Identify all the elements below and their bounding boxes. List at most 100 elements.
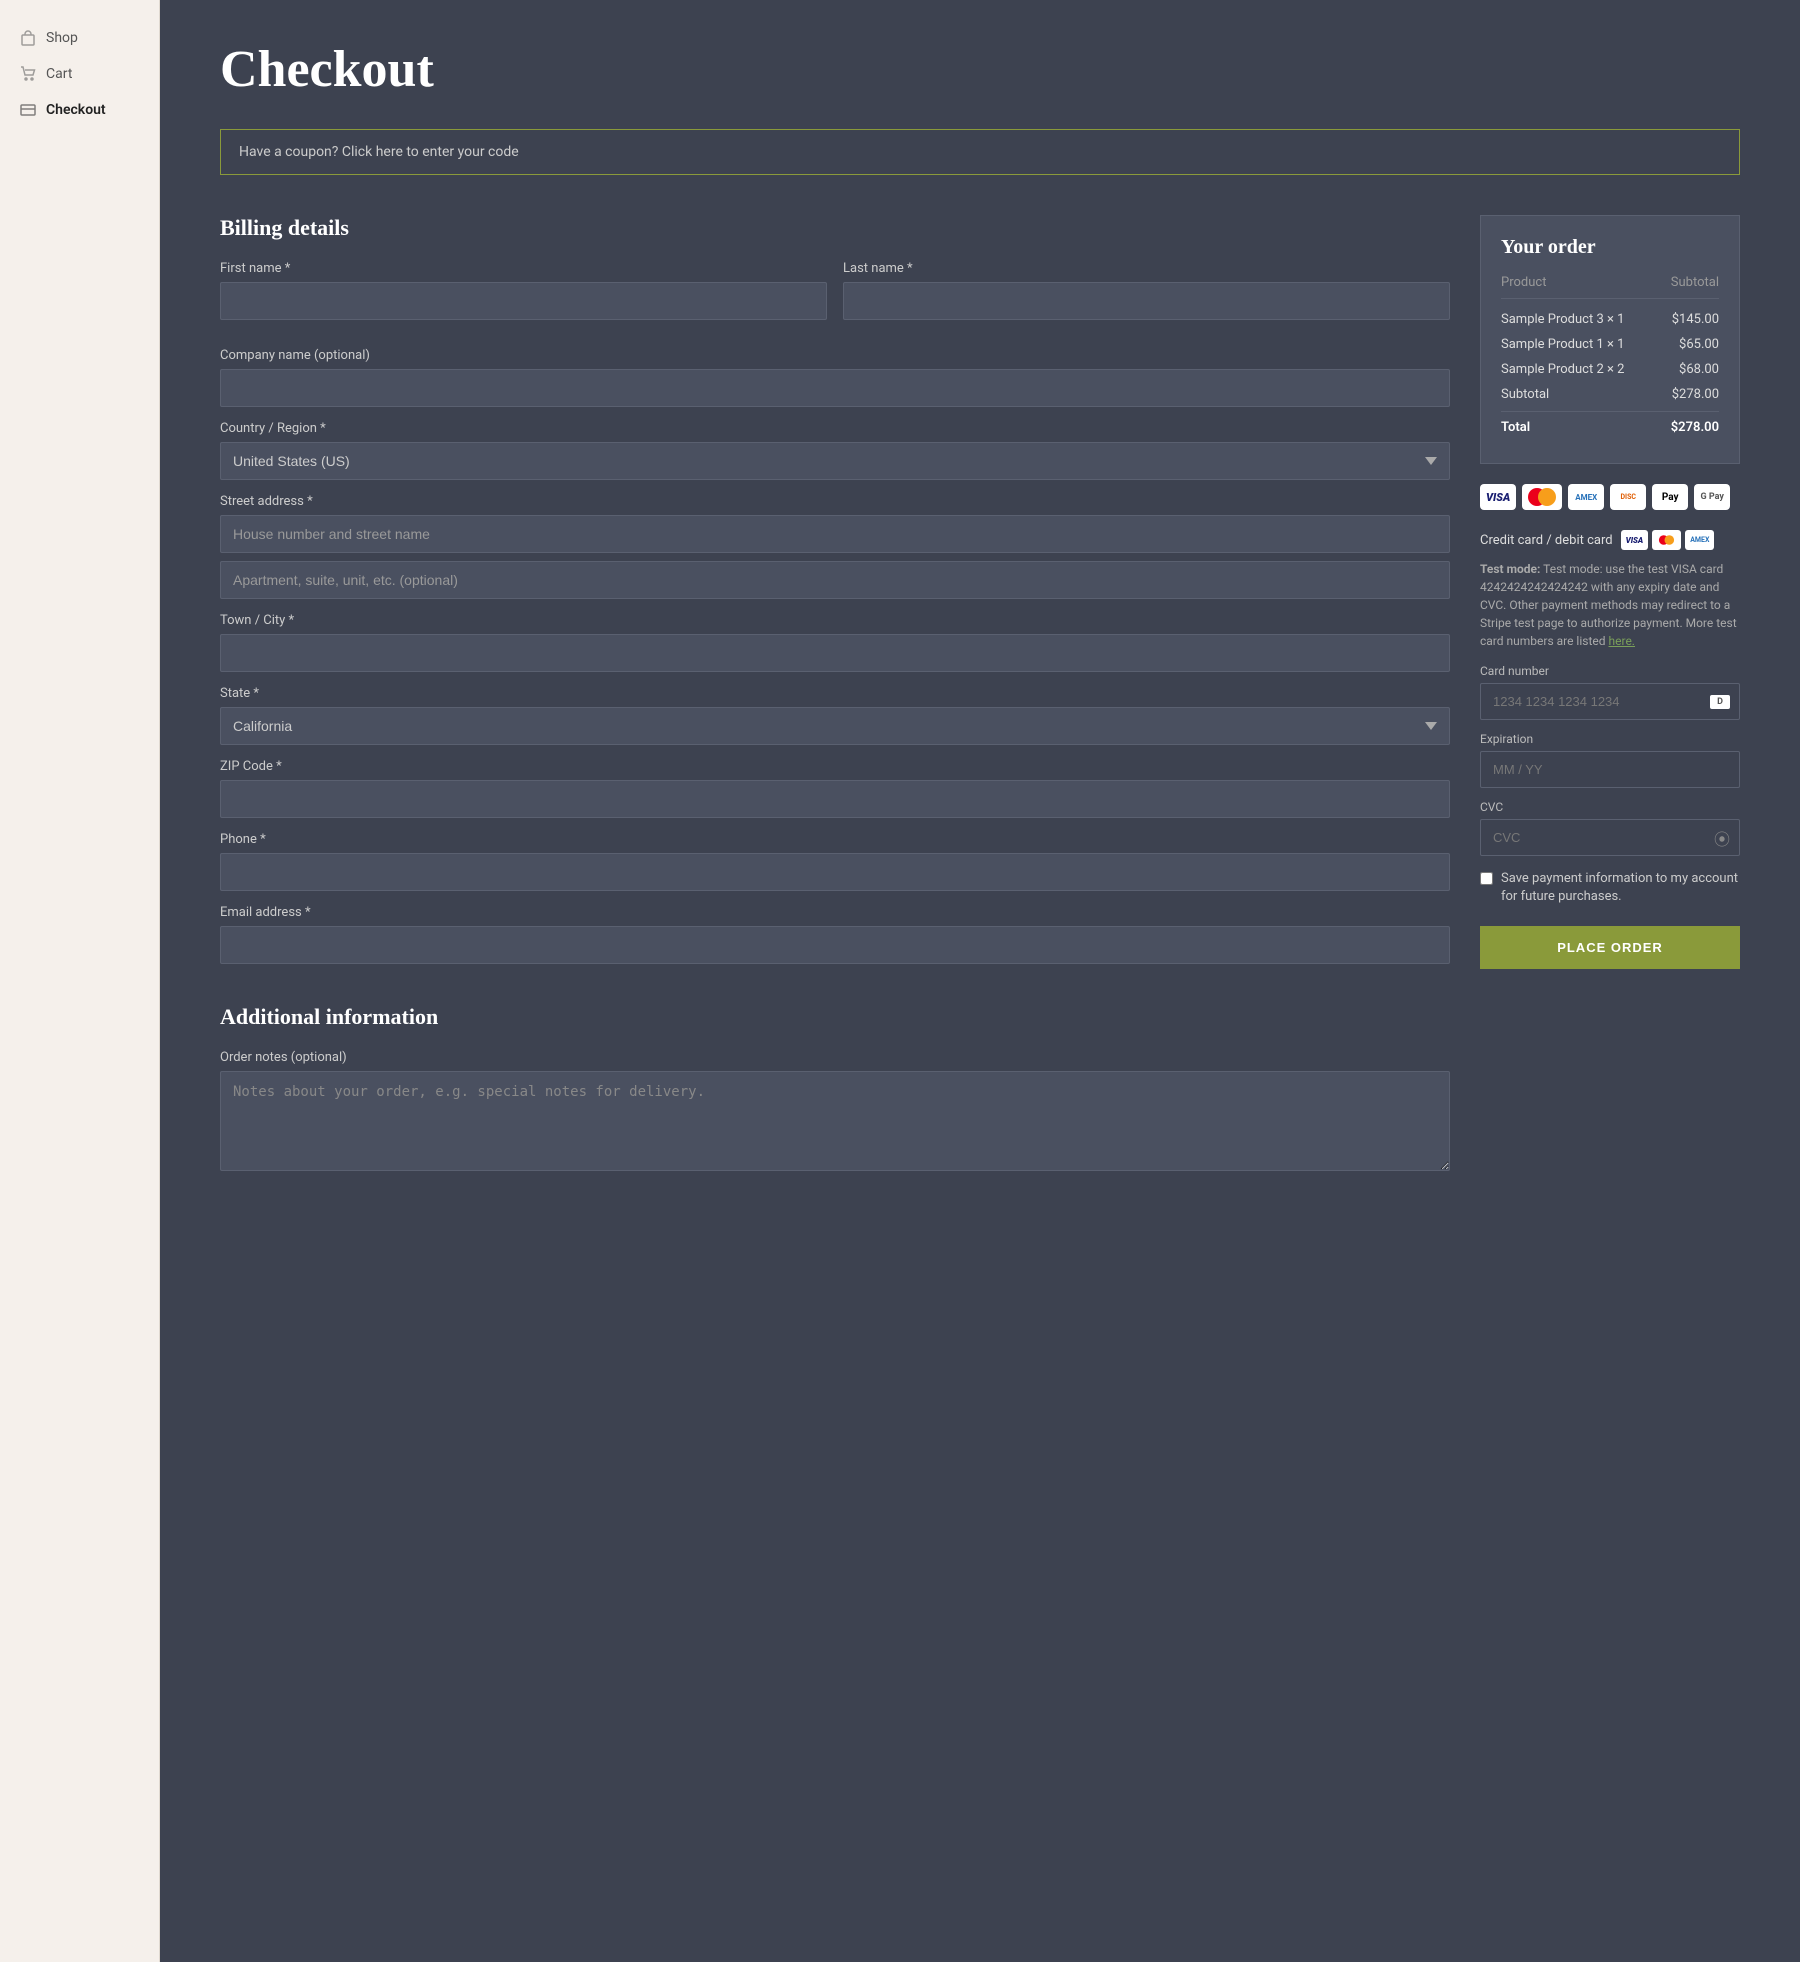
subtotal-label: Subtotal xyxy=(1501,387,1549,402)
first-name-group: First name * xyxy=(220,261,827,320)
order-summary: Your order Product Subtotal Sample Produ… xyxy=(1480,215,1740,464)
table-row: Sample Product 2 × 2 $68.00 xyxy=(1501,357,1719,382)
city-input[interactable] xyxy=(220,634,1450,672)
city-label: Town / City * xyxy=(220,613,1450,628)
notes-textarea[interactable] xyxy=(220,1071,1450,1171)
item-price-0: $145.00 xyxy=(1672,312,1719,327)
place-order-button[interactable]: PLACE ORDER xyxy=(1480,926,1740,969)
mastercard-icon xyxy=(1522,484,1562,510)
cvc-wrapper: ⦿ xyxy=(1480,819,1740,856)
expiration-input[interactable] xyxy=(1480,751,1740,788)
notes-label: Order notes (optional) xyxy=(220,1050,1450,1065)
item-price-2: $68.00 xyxy=(1679,362,1719,377)
test-mode-strong: Test mode: xyxy=(1480,562,1540,576)
billing-title: Billing details xyxy=(220,215,1450,241)
table-row: Sample Product 1 × 1 $65.00 xyxy=(1501,332,1719,357)
first-name-input[interactable] xyxy=(220,282,827,320)
save-payment-checkbox[interactable] xyxy=(1480,872,1493,885)
col-product: Product xyxy=(1501,275,1546,290)
expiration-label: Expiration xyxy=(1480,732,1740,746)
last-name-input[interactable] xyxy=(843,282,1450,320)
company-label: Company name (optional) xyxy=(220,348,1450,363)
state-label: State * xyxy=(220,686,1450,701)
state-select[interactable]: California xyxy=(220,707,1450,745)
checkout-icon xyxy=(20,102,36,118)
country-label: Country / Region * xyxy=(220,421,1450,436)
street-label: Street address * xyxy=(220,494,1450,509)
checkout-layout: Billing details First name * Last name *… xyxy=(220,215,1740,1185)
country-select[interactable]: United States (US) xyxy=(220,442,1450,480)
city-group: Town / City * xyxy=(220,613,1450,672)
subtotal-row: Subtotal $278.00 xyxy=(1501,382,1719,407)
visa-icon: VISA xyxy=(1480,484,1516,510)
zip-input[interactable] xyxy=(220,780,1450,818)
page-title: Checkout xyxy=(220,40,1740,99)
zip-group: ZIP Code * xyxy=(220,759,1450,818)
sidebar-item-checkout-label: Checkout xyxy=(46,102,106,118)
payment-icons: VISA AMEX DISC Pay G xyxy=(1480,484,1740,510)
sidebar-item-shop-label: Shop xyxy=(46,30,78,46)
card-amex-mini: AMEX xyxy=(1685,530,1714,550)
phone-input[interactable] xyxy=(220,853,1450,891)
order-table-header: Product Subtotal xyxy=(1501,275,1719,299)
save-payment-text: Save payment information to my account f… xyxy=(1501,870,1740,906)
first-name-label: First name * xyxy=(220,261,827,276)
apt-input[interactable] xyxy=(220,561,1450,599)
last-name-label: Last name * xyxy=(843,261,1450,276)
diners-icon: D xyxy=(1710,695,1730,709)
coupon-bar[interactable]: Have a coupon? Click here to enter your … xyxy=(220,129,1740,175)
sidebar-item-cart[interactable]: Cart xyxy=(0,56,159,92)
billing-section: Billing details First name * Last name *… xyxy=(220,215,1450,1185)
test-mode-text: Test mode: Test mode: use the test VISA … xyxy=(1480,560,1740,650)
sidebar-item-cart-label: Cart xyxy=(46,66,72,82)
email-label: Email address * xyxy=(220,905,1450,920)
test-mode-link[interactable]: here. xyxy=(1609,634,1635,648)
item-price-1: $65.00 xyxy=(1679,337,1719,352)
zip-label: ZIP Code * xyxy=(220,759,1450,774)
email-group: Email address * xyxy=(220,905,1450,964)
company-input[interactable] xyxy=(220,369,1450,407)
card-number-wrapper: D xyxy=(1480,683,1740,720)
phone-label: Phone * xyxy=(220,832,1450,847)
item-name-0: Sample Product 3 × 1 xyxy=(1501,312,1624,327)
card-payment-section: Credit card / debit card VISA AM xyxy=(1480,530,1740,969)
table-row: Sample Product 3 × 1 $145.00 xyxy=(1501,307,1719,332)
applepay-icon: Pay xyxy=(1652,484,1688,510)
total-label: Total xyxy=(1501,420,1530,435)
discover-icon: DISC xyxy=(1610,484,1646,510)
item-name-2: Sample Product 2 × 2 xyxy=(1501,362,1624,377)
sidebar: Shop Cart Checkout xyxy=(0,0,160,1962)
state-group: State * California xyxy=(220,686,1450,745)
card-visa-mini: VISA xyxy=(1621,530,1649,550)
amex-icon: AMEX xyxy=(1568,484,1604,510)
col-subtotal: Subtotal xyxy=(1671,275,1719,290)
cart-icon xyxy=(20,66,36,82)
main-content: Checkout Have a coupon? Click here to en… xyxy=(160,0,1800,1962)
sidebar-item-shop[interactable]: Shop xyxy=(0,20,159,56)
total-row: Total $278.00 xyxy=(1501,411,1719,443)
cvc-label: CVC xyxy=(1480,800,1740,814)
cvc-input[interactable] xyxy=(1480,819,1740,856)
order-table: Product Subtotal Sample Product 3 × 1 $1… xyxy=(1501,275,1719,443)
card-mini-icons: VISA AMEX xyxy=(1621,530,1715,550)
card-label: Credit card / debit card xyxy=(1480,533,1613,548)
sidebar-item-checkout[interactable]: Checkout xyxy=(0,92,159,128)
coupon-text: Have a coupon? Click here to enter your … xyxy=(239,144,519,160)
shop-icon xyxy=(20,30,36,46)
notes-group: Order notes (optional) xyxy=(220,1050,1450,1171)
street-group: Street address * xyxy=(220,494,1450,599)
email-input[interactable] xyxy=(220,926,1450,964)
card-number-label: Card number xyxy=(1480,664,1740,678)
save-payment-row: Save payment information to my account f… xyxy=(1480,870,1740,906)
street-input[interactable] xyxy=(220,515,1450,553)
googlepay-icon: G Pay xyxy=(1694,484,1730,510)
company-group: Company name (optional) xyxy=(220,348,1450,407)
last-name-group: Last name * xyxy=(843,261,1450,320)
card-number-input[interactable] xyxy=(1480,683,1740,720)
additional-section: Additional information Order notes (opti… xyxy=(220,1004,1450,1171)
subtotal-value: $278.00 xyxy=(1672,387,1719,402)
total-value: $278.00 xyxy=(1671,420,1719,435)
additional-title: Additional information xyxy=(220,1004,1450,1030)
phone-group: Phone * xyxy=(220,832,1450,891)
item-name-1: Sample Product 1 × 1 xyxy=(1501,337,1624,352)
